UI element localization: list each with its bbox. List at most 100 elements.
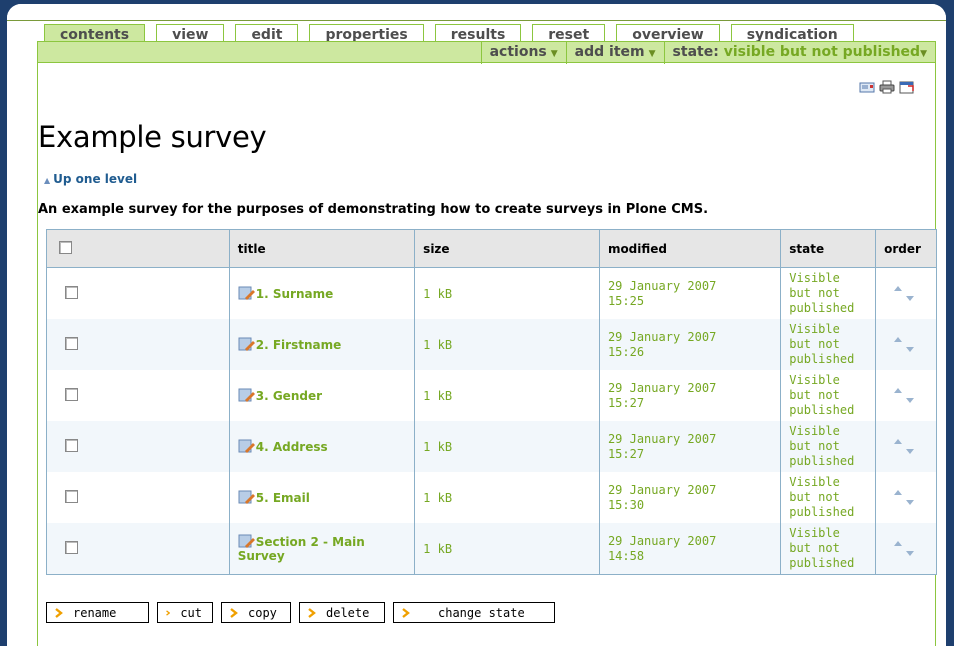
move-up-icon[interactable] — [892, 438, 904, 445]
chevron-right-icon — [230, 607, 238, 618]
cut-button[interactable]: cut — [157, 602, 213, 623]
state-line: Visible — [789, 373, 840, 387]
change-state-button-label: change state — [438, 605, 525, 620]
move-down-icon[interactable] — [904, 295, 916, 302]
move-down-icon[interactable] — [904, 448, 916, 455]
copy-button-label: copy — [248, 605, 277, 620]
table-body: 1. Surname 1 kB 29 January 2007 15:25 Visibl… — [46, 267, 937, 575]
item-title-label: 2. Firstname — [255, 338, 342, 352]
state-line: but not — [789, 439, 840, 453]
folder-contents-table: title size modified state order 1. Surna… — [46, 229, 937, 575]
content-actions-bar: actions ▼ add item ▼ state: visible but no… — [37, 41, 936, 64]
modified-date: 29 January 2007 — [607, 431, 717, 446]
row-state-cell: Visible but not published — [780, 421, 877, 472]
move-up-icon[interactable] — [892, 540, 904, 547]
state-line: but not — [789, 490, 840, 504]
move-down-icon[interactable] — [904, 499, 916, 506]
column-modified[interactable]: modified — [598, 229, 782, 268]
rename-button[interactable]: rename — [46, 602, 149, 623]
move-down-icon[interactable] — [904, 550, 916, 557]
copy-button[interactable]: copy — [221, 602, 291, 623]
rename-button-label: rename — [73, 605, 117, 620]
document-actions — [859, 80, 915, 94]
move-up-icon[interactable] — [892, 285, 904, 292]
page-description: An example survey for the purposes of de… — [38, 202, 709, 217]
select-all-header — [46, 229, 230, 268]
row-order-cell — [875, 370, 937, 421]
row-checkbox[interactable] — [65, 336, 78, 350]
row-select-cell — [46, 370, 230, 421]
row-checkbox[interactable] — [65, 540, 78, 554]
modified-time: 15:30 — [607, 497, 645, 512]
state-line: Visible — [789, 424, 840, 438]
state-line: Visible — [789, 475, 840, 489]
move-down-icon[interactable] — [904, 397, 916, 404]
state-line: published — [789, 301, 855, 315]
chevron-right-icon — [166, 609, 171, 616]
row-modified-cell: 29 January 2007 15:26 — [598, 319, 782, 370]
row-select-cell — [46, 421, 230, 472]
move-down-icon[interactable] — [904, 346, 916, 353]
modified-date: 29 January 2007 — [607, 482, 717, 497]
item-title-link[interactable]: 5. Email — [238, 490, 310, 505]
item-title-link[interactable]: 3. Gender — [238, 388, 322, 403]
item-title-link[interactable]: 2. Firstname — [238, 337, 342, 352]
state-menu-label: state: — [672, 44, 719, 60]
move-up-icon[interactable] — [892, 336, 904, 343]
full-screen-icon[interactable] — [899, 80, 915, 94]
row-title-cell: 5. Email — [228, 472, 416, 523]
modified-time: 15:27 — [607, 395, 645, 410]
row-size-cell: 1 kB — [414, 472, 600, 523]
content-area: Example survey ▲ Up one level An example … — [37, 62, 937, 646]
row-checkbox[interactable] — [65, 285, 78, 299]
row-title-cell: 2. Firstname — [228, 319, 416, 370]
chevron-down-icon: ▼ — [550, 49, 558, 59]
actions-menu[interactable]: actions ▼ — [480, 42, 566, 64]
delete-button[interactable]: delete — [299, 602, 385, 623]
row-checkbox[interactable] — [65, 489, 78, 503]
modified-date: 29 January 2007 — [607, 533, 717, 548]
move-up-icon[interactable] — [892, 489, 904, 496]
table-row: 4. Address 1 kB 29 January 2007 15:27 Visibl… — [46, 421, 937, 472]
modified-time: 14:58 — [607, 548, 645, 563]
item-title-link[interactable]: Section 2 - Main Survey — [238, 534, 365, 563]
change-state-button[interactable]: change state — [393, 602, 555, 623]
add-item-menu[interactable]: add item ▼ — [565, 42, 664, 64]
page-title: Example survey — [38, 120, 267, 154]
chevron-right-icon — [402, 607, 410, 618]
table-row: 1. Surname 1 kB 29 January 2007 15:25 Visibl… — [46, 267, 937, 319]
row-state-cell: Visible but not published — [780, 523, 877, 575]
row-state-cell: Visible but not published — [780, 319, 877, 370]
table-row: 3. Gender 1 kB 29 January 2007 15:27 Visible… — [46, 370, 937, 421]
state-line: Visible — [789, 322, 840, 336]
row-modified-cell: 29 January 2007 15:25 — [598, 267, 782, 319]
table-row: Section 2 - Main Survey 1 kB 29 January 20… — [46, 523, 937, 575]
print-icon[interactable] — [879, 80, 895, 94]
row-checkbox[interactable] — [65, 438, 78, 452]
select-all-checkbox[interactable] — [59, 240, 72, 254]
row-size-cell: 1 kB — [414, 267, 600, 319]
row-modified-cell: 29 January 2007 14:58 — [598, 523, 782, 575]
row-size-cell: 1 kB — [414, 421, 600, 472]
item-title-link[interactable]: 4. Address — [238, 439, 328, 454]
row-size-cell: 1 kB — [414, 319, 600, 370]
chevron-right-icon — [308, 607, 316, 618]
row-state-cell: Visible but not published — [780, 370, 877, 421]
item-title-link[interactable]: 1. Surname — [238, 286, 333, 301]
row-select-cell — [46, 523, 230, 575]
column-size[interactable]: size — [414, 229, 600, 268]
state-line: published — [789, 556, 855, 570]
state-menu[interactable]: state: visible but not published▼ — [663, 42, 935, 64]
chevron-down-icon: ▼ — [920, 49, 927, 59]
send-to-icon[interactable] — [859, 80, 875, 94]
row-checkbox[interactable] — [65, 387, 78, 401]
table-row: 5. Email 1 kB 29 January 2007 15:30 Visible b… — [46, 472, 937, 523]
column-title[interactable]: title — [228, 229, 416, 268]
state-line: published — [789, 505, 855, 519]
up-one-level-link[interactable]: ▲ Up one level — [44, 172, 137, 186]
column-state[interactable]: state — [780, 229, 877, 268]
state-menu-value: visible but not published — [723, 44, 921, 60]
row-select-cell — [46, 319, 230, 370]
cut-button-label: cut — [180, 605, 202, 620]
move-up-icon[interactable] — [892, 387, 904, 394]
